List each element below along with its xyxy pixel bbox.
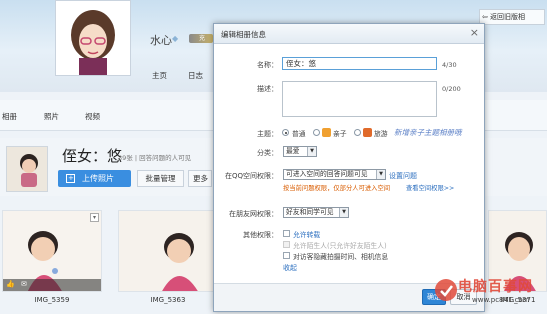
avatar-image [56,1,130,75]
restore-label: 返回旧版相 [490,13,525,21]
travel-theme-icon [363,128,372,137]
watermark-text: 电脑百事网 [458,279,533,295]
album-photo-count: 39张 | 回答问题的人可见 [118,154,192,162]
photo-card[interactable] [118,210,218,292]
restore-old-version-button[interactable]: ⇦ 返回旧版相 [479,9,545,25]
theme-radio-family[interactable] [313,129,320,136]
edit-album-dialog: 编辑相册信息 × 名称： 侄女：悠 4/30 描述： 0/200 主题： 普通 … [213,23,485,312]
friend-permission-select[interactable]: 好友和同学可见 ▼ [283,207,349,218]
other-permission-label: 其他权限： [243,231,278,239]
name-counter: 4/30 [442,61,457,69]
family-theme-icon [322,128,331,137]
like-icon[interactable]: 👍 [6,280,15,288]
upload-label: 上传照片 [82,174,114,183]
name-label: 名称： [257,61,278,69]
allow-repost-checkbox[interactable] [283,230,290,237]
album-name-input[interactable]: 侄女：悠 [282,57,437,70]
photo-toolbar: 👍 ✉ [3,279,101,291]
theme-radio-normal[interactable] [282,129,289,136]
chevron-down-icon: ▼ [339,208,348,217]
nav-home[interactable]: 主页 [152,70,167,81]
batch-manage-button[interactable]: 批量管理 [137,170,184,187]
theme-option-normal: 普通 [292,130,306,138]
watermark-url: www.pc841.com [472,296,530,304]
allow-stranger-label: 允许陌生人(只允许好友陌生人) [293,242,387,250]
more-button[interactable]: 更多 [188,170,212,187]
photo-card[interactable]: 👍 ✉ ▾ [2,210,102,292]
view-space-permission-link[interactable]: 查看空间权限>> [406,183,454,192]
dialog-title: 编辑相册信息 [221,30,266,39]
subnav-albums[interactable]: 相册 [2,111,17,122]
theme-label: 主题： [257,130,278,138]
close-icon[interactable]: × [470,27,479,38]
set-question-link[interactable]: 设置问题 [389,171,417,181]
qq-permission-value: 可进入空间的回答问题可见 [286,170,368,178]
nav-blog[interactable]: 日志 [188,70,203,81]
diamond-icon: ◆ [172,34,179,43]
album-title: 侄女：悠 [62,147,123,165]
theme-radio-travel[interactable] [354,129,361,136]
theme-option-family: 亲子 [333,130,347,138]
avatar[interactable] [55,0,131,76]
album-description-input[interactable] [282,81,437,117]
friend-permission-value: 好友和同学可见 [286,208,334,216]
profile-nickname: 水心 [150,34,172,47]
subnav-photos[interactable]: 照片 [44,111,59,122]
photo-caption: IMG_5363 [150,296,186,304]
chevron-down-icon: ▼ [376,170,385,179]
album-cover-thumbnail[interactable] [6,146,48,192]
vip-badge[interactable]: 充 [189,34,213,43]
new-theme-hint-link[interactable]: 新增亲子主题相册哦 [394,127,462,138]
qq-permission-label: 在QQ空间权限： [224,172,278,180]
watermark-logo: 电脑百事网 www.pc841.com [432,270,547,312]
photo-menu-icon[interactable]: ▾ [90,213,99,222]
hide-exif-checkbox[interactable] [283,252,290,259]
allow-stranger-checkbox [283,241,290,248]
chevron-down-icon: ▼ [307,147,316,156]
upload-icon: + [66,174,75,183]
category-label: 分类： [257,149,278,157]
category-select[interactable]: 最爱 ▼ [283,146,317,157]
friend-permission-label: 在朋友网权限： [229,210,278,218]
photo-caption: IMG_5359 [34,296,70,304]
qq-permission-select[interactable]: 可进入空间的回答问题可见 ▼ [283,169,386,180]
back-icon: ⇦ [482,13,488,21]
desc-label: 描述： [257,85,278,93]
allow-repost-label[interactable]: 允许转载 [293,229,320,239]
qq-permission-warning: 按当前问题权限，仅部分人可进入空间 [283,185,391,192]
upload-photos-button[interactable]: + 上传照片 [58,170,131,187]
collapse-link[interactable]: 收起 [283,263,297,273]
desc-counter: 0/200 [442,85,461,93]
theme-option-travel: 旅游 [374,130,388,138]
hide-exif-label: 对访客隐藏拍摄时间、相机信息 [293,253,389,261]
subnav-videos[interactable]: 视频 [85,111,100,122]
category-value: 最爱 [286,147,300,155]
comment-icon[interactable]: ✉ [21,280,27,288]
dialog-titlebar[interactable]: 编辑相册信息 × [214,24,484,44]
